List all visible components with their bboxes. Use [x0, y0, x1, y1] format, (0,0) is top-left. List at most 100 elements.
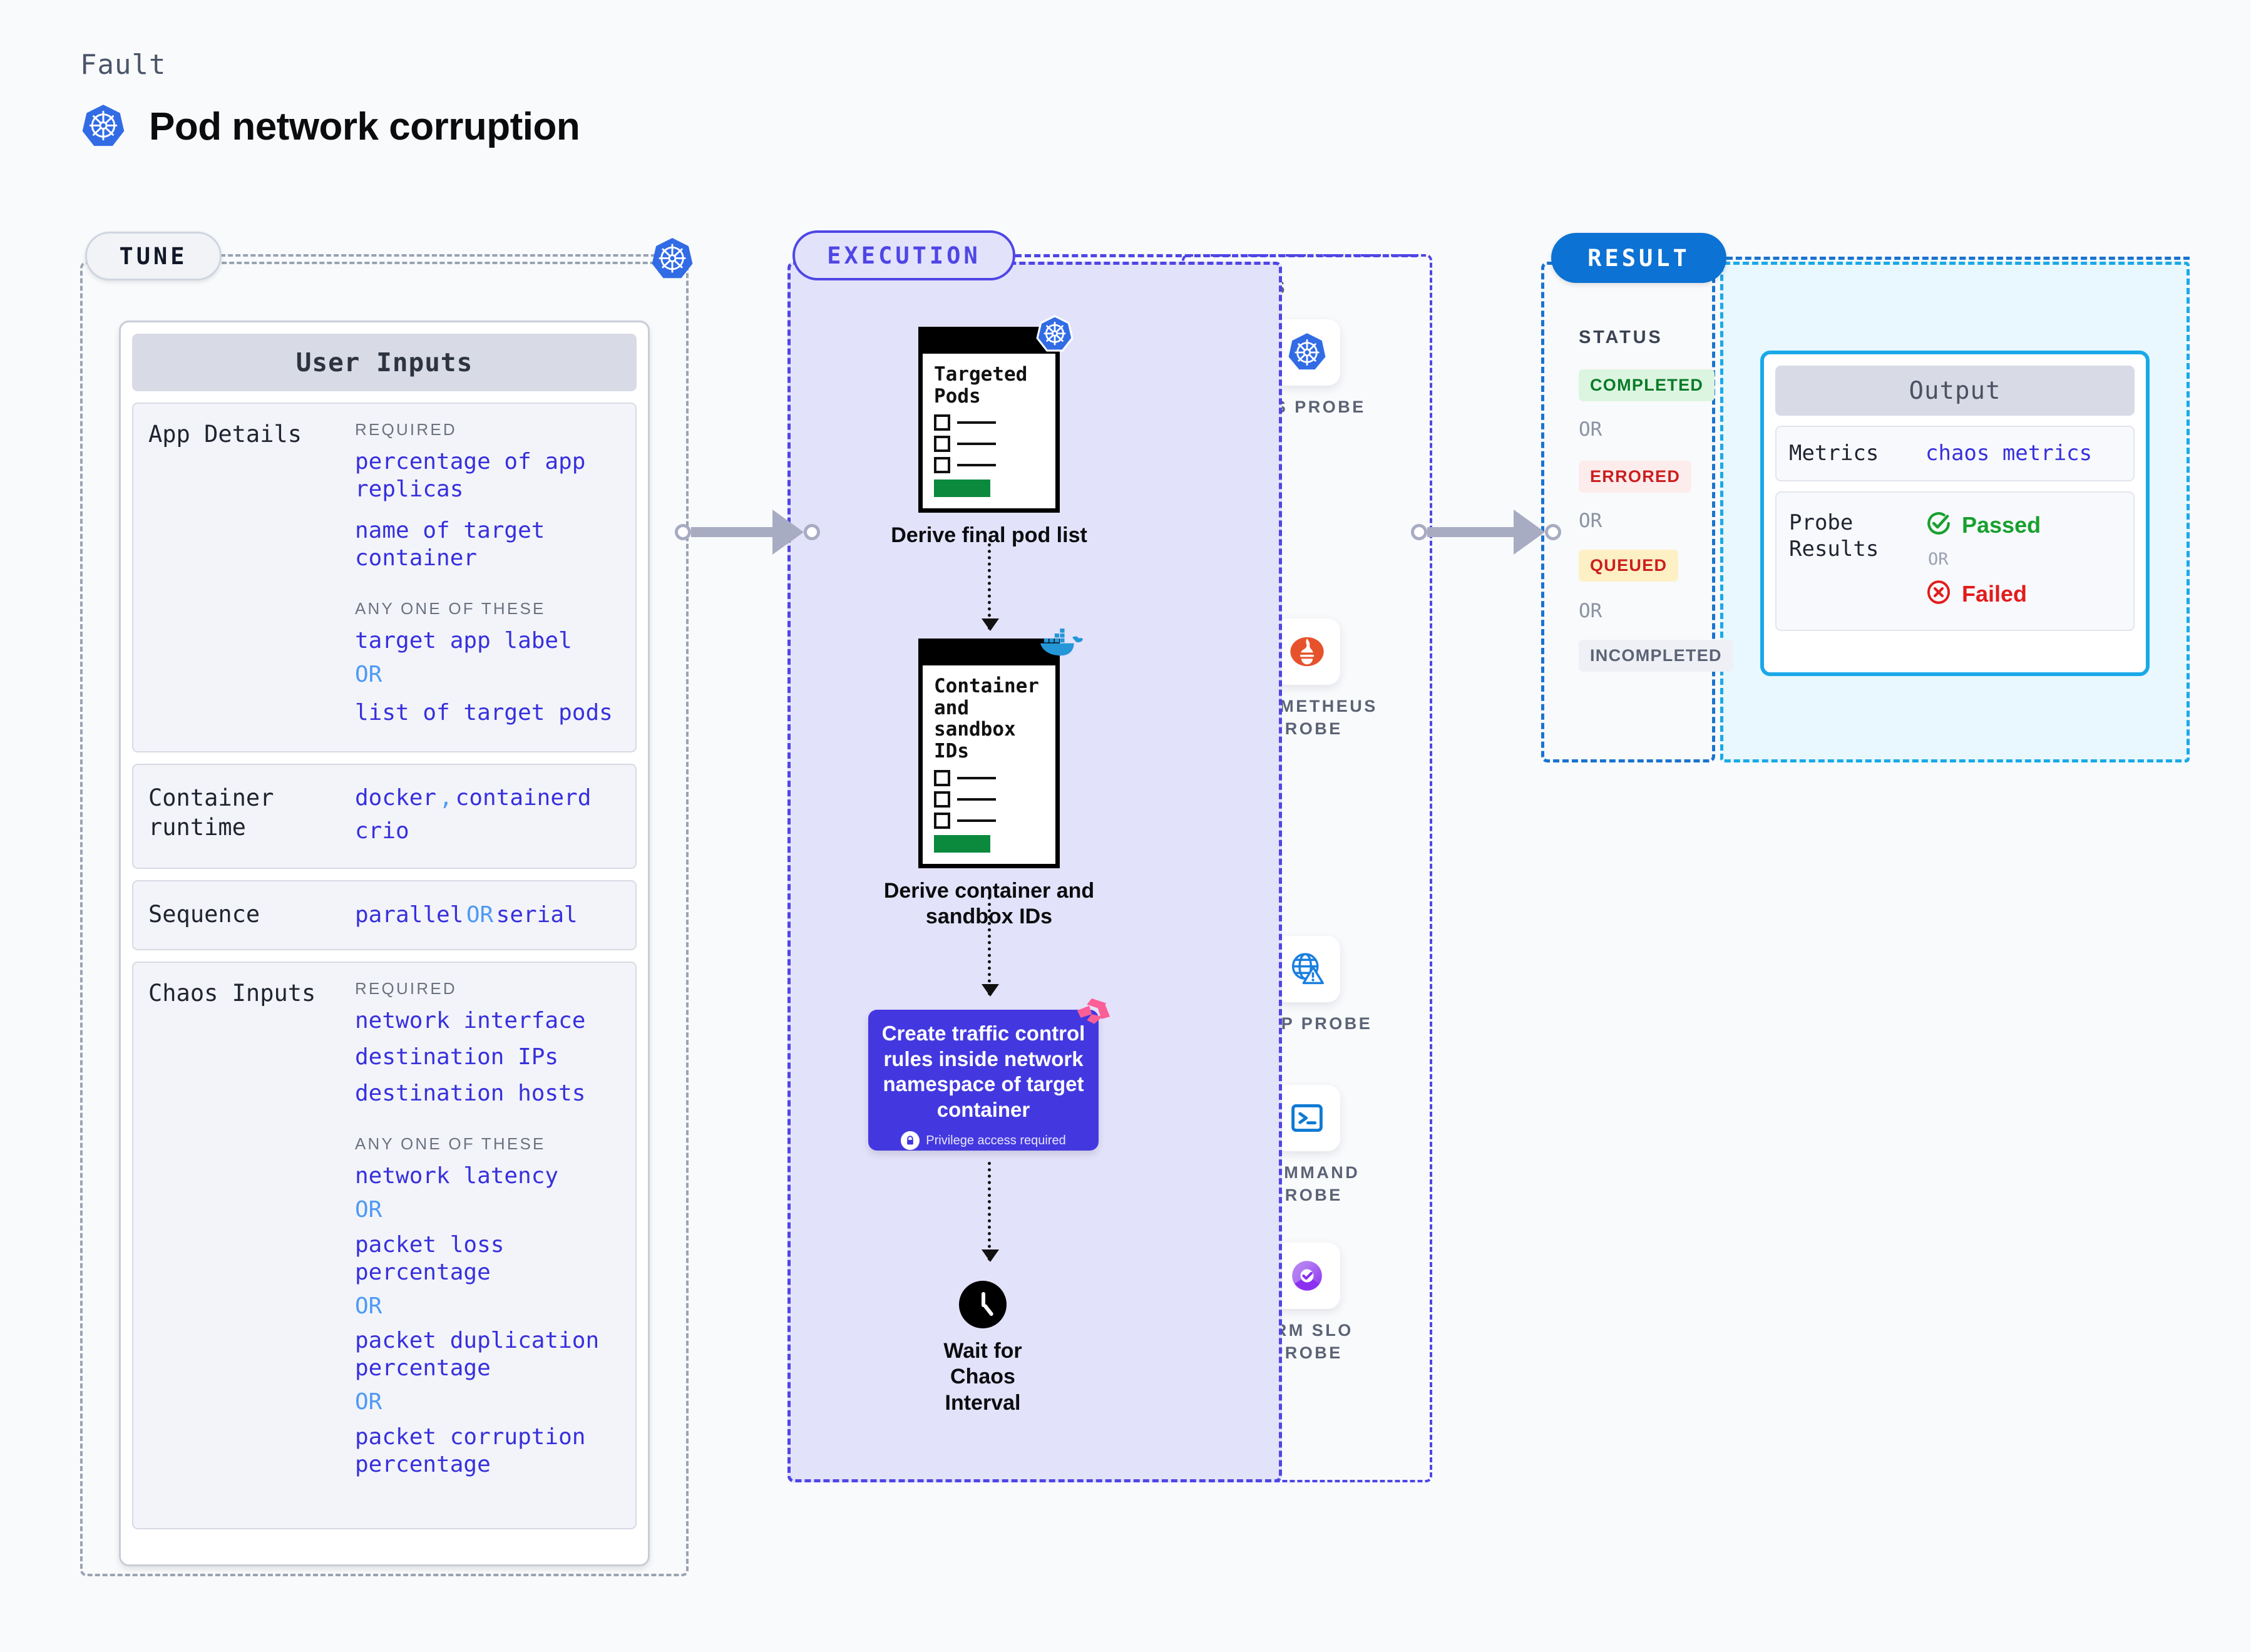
- output-value: chaos metrics: [1925, 441, 2093, 466]
- status-title: STATUS: [1579, 327, 1663, 347]
- globe-warning-icon: [1274, 936, 1340, 1002]
- targeted-pods-card: Targeted Pods: [918, 315, 1074, 513]
- input-value: name of target container: [355, 517, 545, 571]
- line-placeholder: [957, 421, 996, 424]
- execution-step-wait-chaos-interval: Wait for Chaos Interval: [920, 1281, 1045, 1416]
- list-item: [934, 457, 1044, 474]
- list-item: [934, 436, 1044, 453]
- result-connector-line: [1726, 257, 2190, 260]
- page-kicker: Fault: [80, 49, 167, 81]
- status-badge-queued: QUEUED: [1579, 550, 1679, 582]
- connector-bar: [1427, 527, 1515, 537]
- connector-dot: [804, 524, 820, 540]
- probe-passed-label: Passed: [1962, 511, 2041, 538]
- input-value: packet duplication percentage: [355, 1328, 600, 1382]
- input-value: destination hosts: [355, 1080, 586, 1106]
- input-value: list of target pods: [355, 700, 613, 726]
- or-separator: OR: [466, 901, 494, 928]
- card-rows: [934, 769, 1044, 829]
- line-placeholder: [957, 819, 996, 822]
- section-label: Container runtime: [148, 784, 274, 841]
- execution-step-targeted-pods: Targeted Pods Derive final pod list: [876, 315, 1102, 549]
- output-card: Output Metrics chaos metrics Probe Resul…: [1760, 351, 2150, 676]
- check-circle-icon: [1925, 510, 1952, 540]
- connector-tune-to-execution: [675, 510, 820, 555]
- card-rows: [934, 414, 1044, 474]
- group-heading: REQUIRED: [355, 420, 457, 439]
- connector-arrowhead: [1514, 510, 1545, 555]
- list-item: [934, 791, 1044, 808]
- status-or: OR: [1579, 600, 1602, 622]
- flow-arrow-3: [982, 1162, 999, 1262]
- output-label: Probe Results: [1789, 510, 1879, 562]
- execution-action-create-tc-rules[interactable]: Create traffic control rules inside netw…: [868, 998, 1110, 1151]
- section-label: Chaos Inputs: [148, 980, 316, 1007]
- privilege-note: Privilege access required: [926, 1133, 1066, 1147]
- checkbox-icon: [934, 791, 950, 808]
- input-value: packet loss percentage: [355, 1231, 505, 1285]
- step-caption: Wait for Chaos Interval: [943, 1339, 1022, 1415]
- list-item: [934, 414, 1044, 431]
- lock-icon: [901, 1131, 920, 1151]
- input-value: network latency: [355, 1162, 559, 1189]
- probe-result-passed: Passed: [1925, 510, 2041, 540]
- kubernetes-icon: [80, 103, 126, 150]
- kubernetes-icon: [1035, 315, 1074, 354]
- or-separator: OR: [355, 1293, 382, 1319]
- user-inputs-card: User Inputs App Details REQUIRED percent…: [119, 321, 650, 1566]
- status-badge-errored: ERRORED: [1579, 461, 1692, 493]
- probe-failed-label: Failed: [1962, 580, 2028, 607]
- execution-step-container-ids: Container and sandbox IDs Derive contain…: [876, 628, 1102, 930]
- section-label: Sequence: [148, 900, 260, 928]
- status-badge-incompleted: INCOMPLETED: [1579, 640, 1733, 672]
- line-placeholder: [957, 798, 996, 801]
- kubernetes-icon: [650, 237, 695, 282]
- input-value: crio: [355, 818, 409, 844]
- input-section-chaos-inputs: Chaos Inputs REQUIRED network interface …: [132, 962, 637, 1529]
- or-separator: OR: [355, 1389, 382, 1415]
- input-value: destination IPs: [355, 1044, 559, 1070]
- connector-bar: [691, 527, 774, 537]
- checkbox-icon: [934, 812, 950, 829]
- probe-result-or: OR: [1928, 550, 1949, 570]
- section-label: App Details: [148, 421, 302, 448]
- page-title-row: Pod network corruption: [80, 103, 580, 150]
- kubernetes-icon: [1274, 319, 1340, 386]
- user-inputs-title: User Inputs: [132, 334, 637, 391]
- line-placeholder: [957, 443, 996, 446]
- execution-connector-line: [1015, 254, 1417, 257]
- action-text: Create traffic control rules inside netw…: [881, 1022, 1085, 1121]
- status-badge-completed: COMPLETED: [1579, 369, 1715, 401]
- input-value: packet corruption percentage: [355, 1424, 586, 1478]
- page-title: Pod network corruption: [149, 105, 580, 148]
- input-value: containerd: [455, 785, 592, 811]
- checkbox-icon: [934, 414, 950, 431]
- connector-dot: [1411, 524, 1427, 540]
- result-pill[interactable]: RESULT: [1551, 233, 1726, 283]
- clock-icon: [959, 1281, 1007, 1328]
- card-title: Container and sandbox IDs: [934, 675, 1039, 763]
- output-title: Output: [1775, 366, 2135, 416]
- checkbox-icon: [934, 436, 950, 453]
- tune-pill[interactable]: TUNE: [85, 232, 222, 280]
- x-circle-icon: [1925, 579, 1952, 608]
- input-section-app-details: App Details REQUIRED percentage of app r…: [132, 403, 637, 753]
- line-placeholder: [957, 776, 996, 779]
- value-separator: ,: [439, 785, 453, 811]
- progress-bar: [934, 480, 990, 498]
- srm-slo-icon: [1274, 1243, 1340, 1309]
- connector-dot: [675, 524, 691, 540]
- connector-execution-to-result: [1411, 510, 1561, 555]
- card-topbar: [923, 643, 1055, 665]
- prometheus-icon: [1274, 618, 1340, 685]
- group-heading: REQUIRED: [355, 979, 457, 998]
- list-item: [934, 769, 1044, 786]
- status-or: OR: [1579, 418, 1602, 441]
- docker-icon: [1038, 624, 1083, 663]
- checkbox-icon: [934, 457, 950, 474]
- output-row-metrics: Metrics chaos metrics: [1775, 426, 2135, 482]
- container-sandbox-ids-card: Container and sandbox IDs: [918, 628, 1083, 868]
- probe-result-failed: Failed: [1925, 579, 2041, 608]
- line-placeholder: [957, 464, 996, 467]
- execution-pill[interactable]: EXECUTION: [792, 230, 1015, 280]
